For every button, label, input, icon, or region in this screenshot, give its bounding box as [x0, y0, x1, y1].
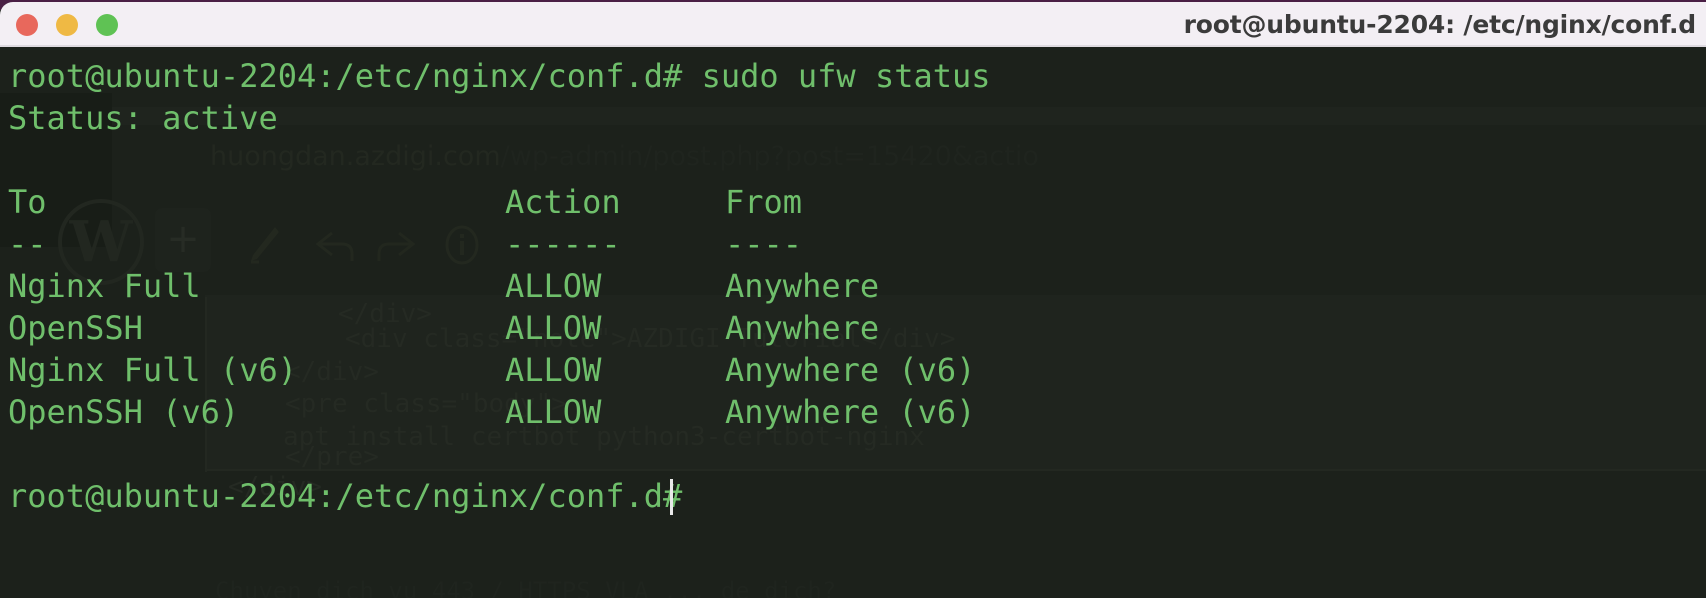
- rule-from: Anywhere: [725, 309, 880, 347]
- text-cursor: [670, 479, 673, 515]
- command-text: sudo ufw status: [701, 57, 991, 95]
- table-header-action: Action: [505, 183, 621, 221]
- command-line: root@ubuntu-2204:/etc/nginx/conf.d# sudo…: [8, 55, 991, 97]
- table-separator-action: ------: [505, 225, 621, 263]
- status-line: Status: active: [8, 99, 278, 137]
- rule-from: Anywhere (v6): [725, 393, 976, 431]
- window-title: root@ubuntu-2204: /etc/nginx/conf.d: [1183, 10, 1697, 39]
- rule-action: ALLOW: [505, 309, 602, 347]
- table-separator-from: ----: [725, 225, 803, 263]
- table-separator-row: -- ------ ----: [0, 223, 1706, 265]
- traffic-light-group: [0, 13, 118, 36]
- close-window-button[interactable]: [16, 13, 38, 36]
- rule-from: Anywhere (v6): [725, 351, 976, 389]
- title-bar: root@ubuntu-2204: /etc/nginx/conf.d: [0, 2, 1706, 47]
- table-header-from: From: [725, 183, 803, 221]
- rule-to: Nginx Full: [8, 267, 201, 305]
- minimize-window-button[interactable]: [56, 13, 78, 36]
- table-header-row: To Action From: [0, 181, 1706, 223]
- final-prompt-line: root@ubuntu-2204:/etc/nginx/conf.d#: [8, 477, 683, 515]
- table-row: Nginx Full (v6) ALLOW Anywhere (v6): [0, 349, 1706, 391]
- maximize-window-button[interactable]: [96, 13, 118, 36]
- table-header-to: To: [8, 183, 47, 221]
- rule-action: ALLOW: [505, 393, 602, 431]
- rule-to: OpenSSH (v6): [8, 393, 240, 431]
- rule-to: Nginx Full (v6): [8, 351, 297, 389]
- table-row: Nginx Full ALLOW Anywhere: [0, 265, 1706, 307]
- rule-to: OpenSSH: [8, 309, 143, 347]
- rule-from: Anywhere: [725, 267, 880, 305]
- rule-action: ALLOW: [505, 267, 602, 305]
- table-separator-to: --: [8, 225, 47, 263]
- terminal-body[interactable]: huongdan.azdigi.com/wp-admin/post.php?po…: [0, 47, 1706, 598]
- terminal-output: root@ubuntu-2204:/etc/nginx/conf.d# sudo…: [0, 47, 1706, 598]
- rule-action: ALLOW: [505, 351, 602, 389]
- prompt-text: root@ubuntu-2204:/etc/nginx/conf.d#: [8, 57, 683, 95]
- terminal-window: root@ubuntu-2204: /etc/nginx/conf.d huon…: [0, 0, 1706, 598]
- table-row: OpenSSH (v6) ALLOW Anywhere (v6): [0, 391, 1706, 433]
- table-row: OpenSSH ALLOW Anywhere: [0, 307, 1706, 349]
